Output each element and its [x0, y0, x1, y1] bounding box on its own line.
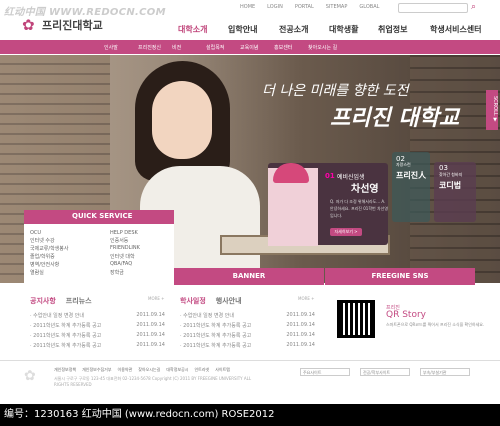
- tab-events[interactable]: 행사안내: [216, 296, 242, 306]
- tab-schedule[interactable]: 학사일정: [180, 296, 206, 306]
- util-global[interactable]: GLOBAL: [359, 4, 379, 10]
- card-name: 차선영: [351, 184, 379, 195]
- util-login[interactable]: LOGIN: [267, 4, 283, 10]
- gnb-campus-life[interactable]: 대학생활: [329, 24, 378, 35]
- quick-service-title: QUICK SERVICE: [72, 212, 133, 220]
- gnb-about[interactable]: 대학소개: [178, 24, 228, 35]
- quick-item[interactable]: FRIENDLINK: [110, 245, 170, 252]
- more-link[interactable]: MORE +: [298, 296, 315, 301]
- gnb-career[interactable]: 취업정보: [378, 24, 430, 35]
- card-number: 03: [439, 164, 448, 172]
- logo[interactable]: ✿ 프리진대학교: [22, 17, 103, 33]
- gnb-admission[interactable]: 입학안내: [228, 24, 279, 35]
- site-select[interactable]: 주요사이트: [300, 368, 350, 376]
- flower-logo-icon: ✿: [22, 16, 35, 34]
- global-nav: 대학소개 입학안내 전공소개 대학생활 취업정보 학생서비스센터: [178, 24, 500, 35]
- util-home[interactable]: HOME: [240, 4, 255, 10]
- logo-text: 프리진대학교: [42, 19, 103, 32]
- subnav-item[interactable]: 찾아오시는 길: [308, 44, 342, 51]
- subnav-item[interactable]: 홍보센터: [274, 44, 308, 51]
- subnav-item[interactable]: 교육이념: [240, 44, 274, 51]
- site-select[interactable]: 부속/부설기관: [420, 368, 470, 376]
- search-icon[interactable]: ⌕: [471, 2, 483, 14]
- quick-item[interactable]: 열람실: [30, 269, 110, 276]
- quick-item[interactable]: HELP DESK: [110, 230, 170, 236]
- subnav-item[interactable]: 인사말: [104, 44, 138, 51]
- site-select[interactable]: 전공/학부사이트: [360, 368, 410, 376]
- card-name: 코디법: [439, 181, 462, 190]
- footer-link[interactable]: 개인정보정책: [54, 367, 76, 373]
- subnav-item[interactable]: 비전: [172, 44, 206, 51]
- detail-button[interactable]: 자세히보기 >: [330, 228, 362, 236]
- util-portal[interactable]: PORTAL: [295, 4, 314, 10]
- footer-link[interactable]: 사이트맵: [215, 367, 230, 373]
- gnb-majors[interactable]: 전공소개: [279, 24, 329, 35]
- list-item[interactable]: · 수업안내 일정 변경 안내 2011.09.14: [180, 312, 315, 322]
- footer-links: 개인정보정책 개인정보수집거부 이용약관 찾아오시는길 대학정보공시 인트라넷 …: [54, 367, 230, 373]
- card-desc: Q. 저가 다 조정 위해서라도... A. 안녕하세요. 프리진 01학번 차…: [330, 199, 389, 218]
- sns-tab[interactable]: FREEGINE SNS: [325, 268, 475, 285]
- list-item[interactable]: · 수업안내 일정 변경 안내 2011.09.14: [30, 312, 165, 322]
- list-item[interactable]: · 2011학년도 하계 추가등록 공고 2011.09.14: [30, 322, 165, 332]
- quick-item[interactable]: 국제교류/학생봉사: [30, 245, 110, 252]
- card-name: 프리진人: [396, 171, 427, 180]
- hero-tagline: 더 나은 미래를 향한 도전: [262, 83, 409, 99]
- footer-link[interactable]: 이용약관: [118, 367, 133, 373]
- list-item[interactable]: · 2011학년도 하계 추가등록 공고 2011.09.14: [30, 342, 165, 352]
- footer-link[interactable]: 개인정보수집거부: [82, 367, 111, 373]
- quick-item[interactable]: 졸업/학위증: [30, 253, 110, 260]
- qr-title: QR Story: [386, 310, 426, 320]
- sub-nav: 인사말 프리진정신 비전 설립목적 교육이념 홍보센터 찾아오시는 길: [0, 40, 500, 54]
- card-subtitle: 찾아간 청바지: [439, 172, 463, 177]
- banner-tab[interactable]: BANNER: [174, 268, 324, 285]
- gnb-student-center[interactable]: 학생서비스센터: [430, 24, 500, 35]
- footer-address: 서울시 구로구 구로동 123-45 대표전화 02-1234-5678 Cop…: [54, 376, 252, 387]
- list-item[interactable]: · 2011학년도 하계 추가등록 공고 2011.09.14: [180, 332, 315, 342]
- subnav-item[interactable]: 설립목적: [206, 44, 240, 51]
- quick-item[interactable]: 장학금: [110, 269, 170, 276]
- more-link[interactable]: MORE +: [148, 296, 165, 301]
- list-item[interactable]: · 2011학년도 하계 추가등록 공고 2011.09.14: [180, 342, 315, 352]
- list-item[interactable]: · 2011학년도 하계 추가등록 공고 2011.09.14: [180, 322, 315, 332]
- notice-board: 공지사항 프리뉴스 MORE + · 수업안내 일정 변경 안내 2011.09.…: [30, 296, 165, 352]
- util-sitemap[interactable]: SITEMAP: [326, 4, 348, 10]
- footer-link[interactable]: 대학정보공시: [166, 367, 188, 373]
- tab-notice[interactable]: 공지사항: [30, 296, 56, 306]
- footer-link[interactable]: 인트라넷: [194, 367, 209, 373]
- footer-link[interactable]: 찾아오시는길: [138, 367, 160, 373]
- schedule-board: 학사일정 행사안내 MORE + · 수업안내 일정 변경 안내 2011.09.…: [180, 296, 315, 352]
- quick-item[interactable]: 병역/안전사항: [30, 261, 110, 268]
- tab-news[interactable]: 프리뉴스: [66, 296, 92, 306]
- quick-item[interactable]: 인터넷 수강: [30, 237, 110, 244]
- watermark-bottom: 编号：1230163 红动中国 (www.redocn.com) ROSE201…: [0, 404, 500, 426]
- quick-item[interactable]: 인터넷 대학: [110, 253, 170, 260]
- footer-divider: [0, 360, 500, 361]
- hero-title: 프리진 대학교: [330, 105, 460, 131]
- card-number: 01: [325, 172, 335, 180]
- quick-item[interactable]: QBA/FAQ: [110, 261, 170, 268]
- quick-item[interactable]: OCU: [30, 230, 110, 236]
- scroll-tab[interactable]: SCROLL ▼: [486, 90, 498, 130]
- quick-service-list: OCU HELP DESK 인터넷 수강 인증서등 국제교류/학생봉사 FRIE…: [30, 230, 170, 276]
- utility-nav: HOME LOGIN PORTAL SITEMAP GLOBAL: [240, 4, 379, 10]
- search-input[interactable]: [398, 3, 468, 13]
- list-item[interactable]: · 2011학년도 하계 추가등록 공고 2011.09.14: [30, 332, 165, 342]
- quick-item[interactable]: 인증서등: [110, 237, 170, 244]
- card-subtitle: 자랑스런: [396, 162, 411, 167]
- footer-logo-icon: ✿: [24, 368, 36, 384]
- qr-code-icon[interactable]: [337, 300, 375, 338]
- subnav-item[interactable]: 프리진정신: [138, 44, 172, 51]
- qr-desc: 스마트폰으로 QR코드를 찍어서 프리진 소식을 확인하세요.: [386, 322, 485, 327]
